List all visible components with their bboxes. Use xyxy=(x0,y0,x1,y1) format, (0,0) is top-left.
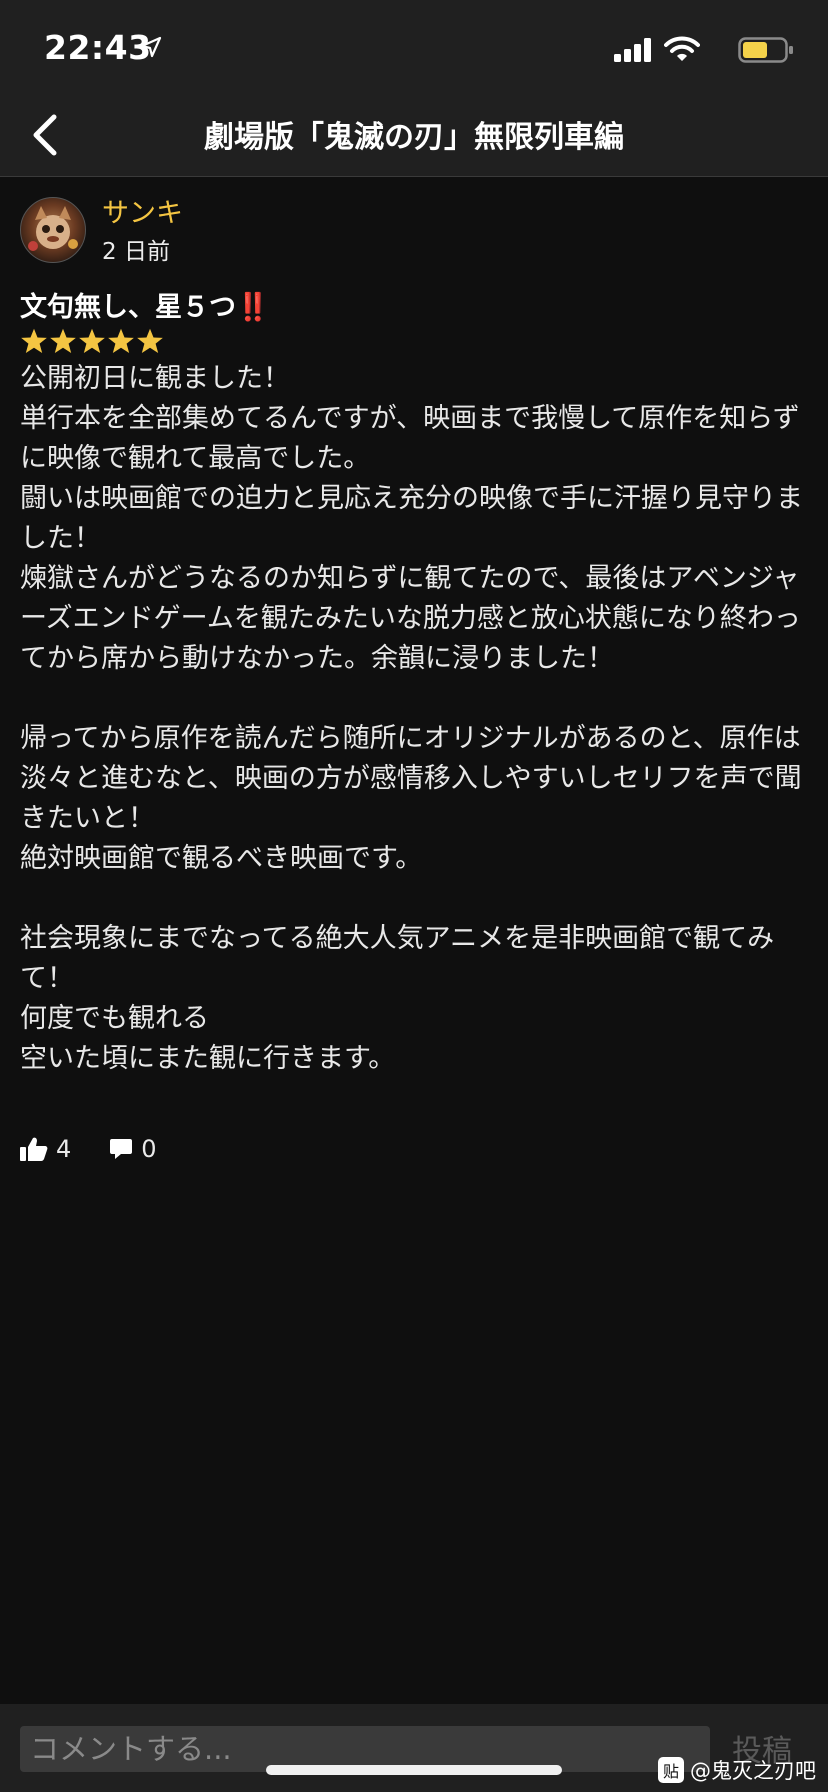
star-icon xyxy=(21,328,47,354)
watermark-text: @鬼灭之刃吧 xyxy=(690,1759,816,1783)
double-exclamation-icon: ‼️ xyxy=(236,292,270,323)
rating-stars xyxy=(20,327,164,355)
like-button[interactable]: 4 xyxy=(20,1135,71,1163)
wifi-icon xyxy=(664,36,700,61)
comment-count: 0 xyxy=(141,1135,157,1163)
tieba-logo-icon: 贴 xyxy=(658,1757,684,1783)
comments-button[interactable]: 0 xyxy=(109,1135,157,1163)
star-icon xyxy=(108,328,134,354)
avatar-image xyxy=(28,206,78,251)
status-time: 22:43 xyxy=(44,28,152,67)
review-title-text: 文句無し、星５つ xyxy=(20,292,236,323)
star-icon xyxy=(137,328,163,354)
star-icon xyxy=(50,328,76,354)
thumbs-up-icon xyxy=(20,1137,48,1161)
author-name[interactable]: サンキ xyxy=(102,191,183,230)
battery-icon xyxy=(738,37,793,63)
reaction-bar: 4 0 xyxy=(20,1129,157,1169)
avatar[interactable] xyxy=(20,197,86,263)
chevron-left-icon xyxy=(33,114,57,156)
speech-bubble-icon xyxy=(110,1139,133,1159)
status-icons xyxy=(594,34,794,64)
star-icon xyxy=(79,328,105,354)
cellular-signal-icon xyxy=(614,38,651,62)
review-title: 文句無し、星５つ‼️ xyxy=(20,285,270,324)
page-title: 劇場版「鬼滅の刃」無限列車編 xyxy=(204,120,624,155)
nav-bar: 劇場版「鬼滅の刃」無限列車編 xyxy=(0,94,828,177)
post-date: 2 日前 xyxy=(102,239,170,265)
home-indicator[interactable] xyxy=(266,1765,562,1775)
status-bar: 22:43 xyxy=(0,0,828,94)
review-body: 公開初日に観ました！ 単行本を全部集めてるんですが、映画まで我慢して原作を知らず… xyxy=(20,363,803,1074)
watermark: 贴 @鬼灭之刃吧 xyxy=(658,1755,816,1785)
back-button[interactable] xyxy=(18,108,72,162)
like-count: 4 xyxy=(56,1135,72,1163)
location-arrow-icon xyxy=(140,36,162,58)
